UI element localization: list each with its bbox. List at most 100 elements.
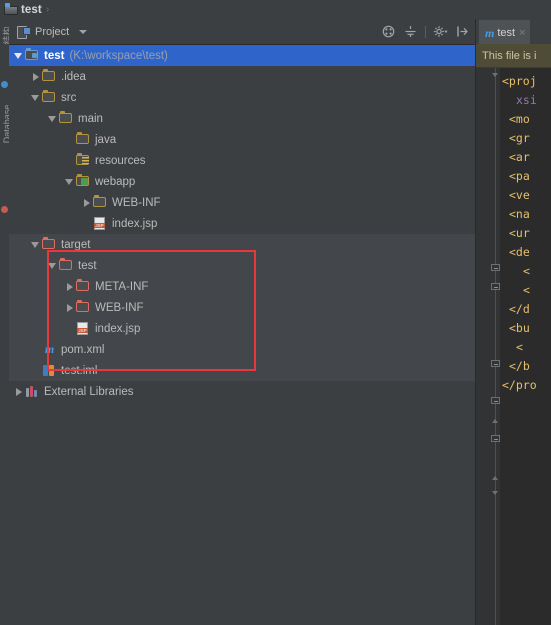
chevron-right-icon[interactable] [80, 192, 93, 213]
chevron-down-icon[interactable] [46, 255, 59, 276]
code-line: <ur [509, 226, 530, 240]
maven-file-icon: m [44, 342, 55, 356]
tree-node-label: index.jsp [95, 322, 141, 335]
code-line: <na [509, 207, 530, 221]
jsp-file-icon [76, 321, 91, 336]
project-toolbar: Project [9, 19, 475, 45]
code-line: </pro [502, 378, 537, 392]
tree-node-main[interactable]: main [9, 108, 475, 129]
project-view-selector[interactable]: Project [11, 21, 92, 42]
toolbar-divider [425, 25, 426, 38]
tree-node-label: src [61, 91, 77, 104]
chevron-right-icon[interactable] [12, 381, 25, 402]
project-root-icon [25, 48, 40, 63]
maven-file-icon: m [485, 25, 495, 40]
code-line: <de [509, 245, 530, 259]
project-toolbar-title: Project [35, 25, 70, 38]
excluded-folder-icon [59, 258, 74, 273]
tree-node-webapp[interactable]: webapp [9, 171, 475, 192]
tree-node-label: META-INF [95, 280, 149, 293]
code-content[interactable]: <proj xsi <mo <gr <ar <pa <ve <na <ur <de < < </d <bu… [500, 68, 551, 625]
project-view-icon [17, 25, 31, 39]
tab-label: test [497, 27, 516, 39]
excluded-folder-icon [42, 237, 57, 252]
code-editor[interactable]: <proj xsi <mo <gr <ar <pa <ve <na <ur <de < < </d <bu… [476, 68, 551, 625]
gear-button[interactable] [431, 22, 450, 41]
resources-folder-icon [76, 153, 91, 168]
breadcrumb-project-name[interactable]: test [21, 4, 42, 16]
collapse-all-button[interactable] [379, 22, 398, 41]
project-tool-window: Project test (K:\workspace\test) .idea s… [9, 19, 476, 625]
folder-icon [42, 69, 57, 84]
chevron-right-icon[interactable] [63, 297, 76, 318]
tree-node-label: target [61, 238, 91, 251]
tree-node-meta-inf[interactable]: META-INF [9, 276, 475, 297]
hide-panel-button[interactable] [453, 22, 472, 41]
chevron-right-icon[interactable] [29, 66, 42, 87]
tree-node-test-iml[interactable]: test.iml [9, 360, 475, 381]
iml-module-file-icon [42, 363, 57, 378]
project-tree[interactable]: test (K:\workspace\test) .idea src main java r… [9, 45, 475, 625]
editor-area: m test × This file is i <proj xsi <mo <gr <a… [476, 19, 551, 625]
code-line: xsi [516, 93, 537, 107]
folder-icon [42, 90, 57, 105]
tree-node-resources[interactable]: resources [9, 150, 475, 171]
tree-node-label: WEB-INF [95, 301, 144, 314]
fold-guide-line [495, 68, 496, 625]
tree-node-label: main [78, 112, 103, 125]
tree-node-label: test [78, 259, 97, 272]
chevron-down-icon[interactable] [63, 171, 76, 192]
tree-node-target[interactable]: target [9, 234, 475, 255]
code-line: <ve [509, 188, 530, 202]
tree-node-label: .idea [61, 70, 86, 83]
chevron-right-icon[interactable] [63, 276, 76, 297]
tree-node-src[interactable]: src [9, 87, 475, 108]
tab-test[interactable]: m test × [479, 20, 530, 44]
tree-node-test[interactable]: test (K:\workspace\test) [9, 45, 475, 66]
project-module-icon [4, 3, 18, 16]
project-toolbar-buttons [379, 19, 472, 44]
chevron-down-icon[interactable] [12, 45, 25, 66]
tree-node-web-inf[interactable]: WEB-INF [9, 192, 475, 213]
editor-gutter[interactable] [476, 68, 500, 625]
tree-node-label: External Libraries [44, 385, 134, 398]
code-line: <gr [509, 131, 530, 145]
folder-icon [93, 195, 108, 210]
tool-strip-marker-red [1, 206, 8, 213]
tree-node-label: pom.xml [61, 343, 105, 356]
scroll-from-source-button[interactable] [401, 22, 420, 41]
source-folder-icon [76, 132, 91, 147]
tree-node-index-jsp[interactable]: index.jsp [9, 318, 475, 339]
code-line: <mo [509, 112, 530, 126]
chevron-down-icon[interactable] [46, 108, 59, 129]
tree-node-label: java [95, 133, 117, 146]
code-line: <pa [509, 169, 530, 183]
tree-node-java[interactable]: java [9, 129, 475, 150]
tree-node-path: (K:\workspace\test) [69, 49, 168, 62]
breadcrumb-separator-icon: › [45, 4, 50, 15]
chevron-down-icon[interactable] [29, 87, 42, 108]
tree-node-index-jsp[interactable]: index.jsp [9, 213, 475, 234]
editor-notification-bar[interactable]: This file is i [476, 44, 551, 68]
code-line: <proj [502, 74, 537, 88]
tree-node-test[interactable]: test [9, 255, 475, 276]
code-line: <bu [509, 321, 530, 335]
tree-node-idea[interactable]: .idea [9, 66, 475, 87]
close-icon[interactable]: × [519, 27, 525, 39]
tree-node-pom-xml[interactable]: m pom.xml [9, 339, 475, 360]
code-line: < [516, 340, 523, 354]
chevron-down-icon[interactable] [29, 234, 42, 255]
chevron-down-icon[interactable] [79, 29, 88, 34]
tree-node-external-libraries[interactable]: External Libraries [9, 381, 475, 402]
code-line: </d [509, 302, 530, 316]
excluded-folder-icon [76, 300, 91, 315]
excluded-folder-icon [76, 279, 91, 294]
external-libraries-icon [25, 384, 40, 399]
tree-node-web-inf[interactable]: WEB-INF [9, 297, 475, 318]
jsp-file-icon [93, 216, 108, 231]
code-line: </b [509, 359, 530, 373]
